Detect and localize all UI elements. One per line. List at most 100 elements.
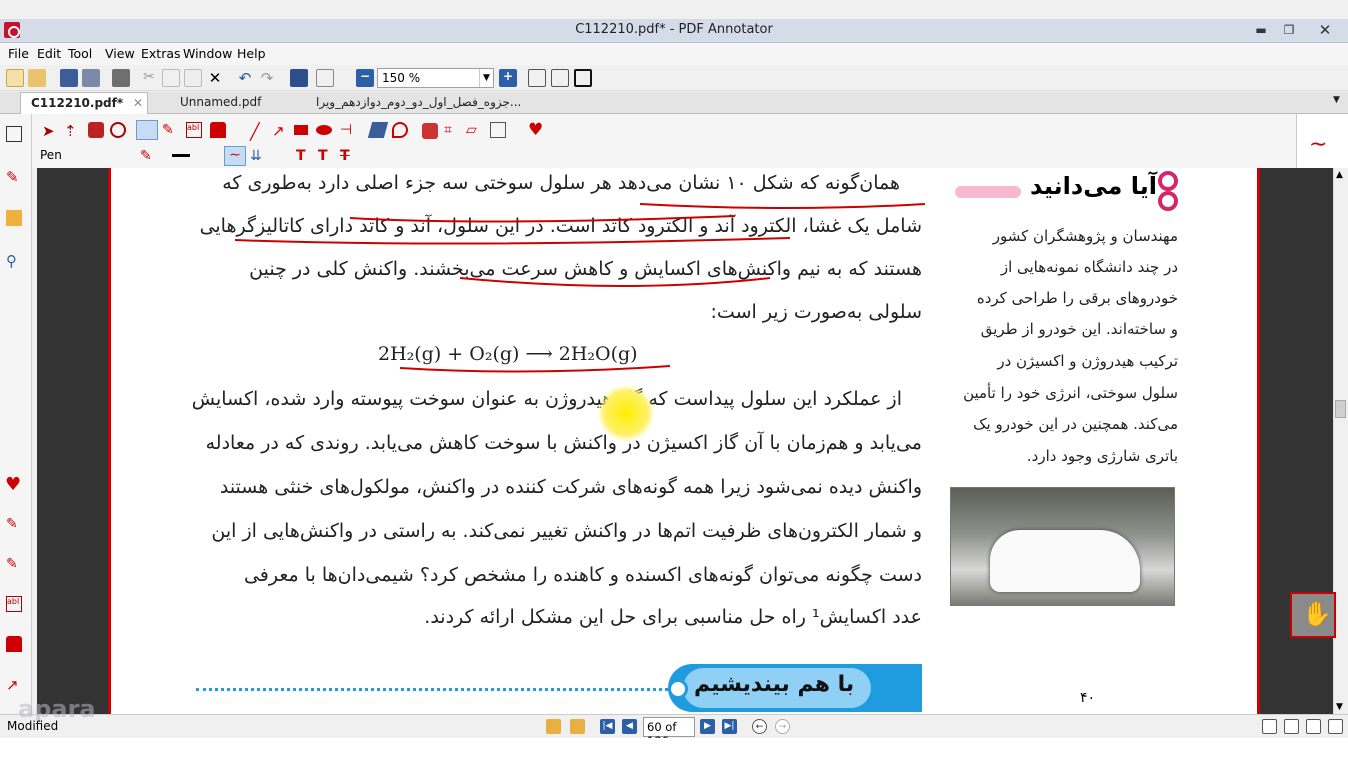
scroll-thumb[interactable] bbox=[1335, 400, 1346, 418]
pen-annotations[interactable] bbox=[190, 190, 930, 380]
fit-width-icon[interactable] bbox=[551, 69, 569, 87]
snap-icon[interactable]: ⇊ bbox=[250, 148, 266, 164]
close-icon[interactable]: ✕ bbox=[1312, 22, 1338, 39]
first-page-icon[interactable]: |◀ bbox=[600, 719, 615, 734]
stamp-icon[interactable] bbox=[210, 122, 226, 138]
delete-icon[interactable]: ✕ bbox=[206, 69, 224, 87]
favorites-heart-icon[interactable]: ♥ bbox=[528, 120, 544, 140]
text-fav-icon[interactable]: abl bbox=[6, 596, 22, 612]
copy-icon[interactable] bbox=[162, 69, 180, 87]
tab-label: جزوه_فصل_اول_دو_دوم_دوازدهم_ویرا... bbox=[316, 95, 522, 109]
annotation-toolbar: ➤ ⇡ ✎ abl ╱ ↗ ⊣ ⌗ ▱ ♥ ✎ ∼ ⇊ T T T bbox=[0, 114, 1348, 168]
menu-file[interactable]: File bbox=[8, 46, 29, 61]
restore-icon[interactable]: ❐ bbox=[1276, 22, 1302, 39]
attachment-icon[interactable]: ⚲ bbox=[6, 252, 22, 270]
smooth-line-icon[interactable]: ∼ bbox=[224, 146, 246, 166]
ellipse-icon[interactable] bbox=[316, 125, 332, 135]
paragraph-line: عدد اکسایش¹ راه حل مناسبی برای حل این مش… bbox=[424, 606, 922, 628]
open-folder-icon[interactable] bbox=[28, 69, 46, 87]
tab-jozveh[interactable]: جزوه_فصل_اول_دو_دوم_دوازدهم_ویرا... bbox=[306, 92, 546, 114]
zoom-select[interactable]: 150 % ▼ bbox=[377, 68, 494, 88]
zoom-in-icon[interactable]: + bbox=[499, 69, 517, 87]
zoom-out-icon[interactable]: − bbox=[356, 69, 374, 87]
menu-window[interactable]: Window bbox=[183, 46, 232, 61]
bookmark-folder-icon[interactable] bbox=[6, 210, 22, 226]
line-icon[interactable]: ╱ bbox=[250, 122, 266, 141]
sidebar-line: و ساخته‌اند. این خودرو از طریق bbox=[980, 320, 1178, 338]
pen-fav-icon[interactable]: ✎ bbox=[6, 516, 22, 532]
two-page-continuous-icon[interactable] bbox=[1328, 719, 1343, 734]
find-icon[interactable] bbox=[290, 69, 308, 87]
hand-icon[interactable] bbox=[88, 122, 104, 138]
save-as-icon[interactable] bbox=[82, 69, 100, 87]
close-tab-icon[interactable]: ✕ bbox=[133, 96, 143, 110]
zoom-value: 150 % bbox=[382, 71, 421, 85]
page-indicator[interactable]: 60 of 136 bbox=[643, 717, 695, 748]
continuous-view-icon[interactable] bbox=[1284, 719, 1299, 734]
last-page-icon[interactable]: ▶| bbox=[722, 719, 737, 734]
undo-icon[interactable]: ↶ bbox=[236, 69, 254, 87]
stamp-fav-icon[interactable] bbox=[6, 636, 22, 652]
single-page-view-icon[interactable] bbox=[1262, 719, 1277, 734]
crop-icon[interactable]: ⌗ bbox=[444, 122, 460, 138]
tool-preview-panel: ∼ bbox=[1296, 114, 1348, 168]
text-box-icon[interactable]: abl bbox=[186, 122, 202, 138]
page-panel-icon[interactable] bbox=[6, 126, 22, 142]
line-width-icon[interactable] bbox=[172, 154, 190, 157]
history-forward-icon[interactable]: → bbox=[775, 719, 790, 734]
insert-image-icon[interactable] bbox=[490, 122, 506, 138]
select-text-icon[interactable]: ⇡ bbox=[64, 122, 80, 140]
lasso-icon[interactable] bbox=[392, 122, 408, 138]
rectangle-icon[interactable] bbox=[294, 125, 308, 135]
measure-icon[interactable]: ⊣ bbox=[340, 122, 356, 138]
eraser-icon[interactable] bbox=[367, 122, 389, 138]
text-strikeout-icon[interactable]: T bbox=[340, 148, 356, 164]
menu-tool[interactable]: Tool bbox=[68, 46, 92, 61]
print-icon[interactable] bbox=[112, 69, 130, 87]
chevron-down-icon[interactable]: ▼ bbox=[479, 69, 493, 87]
scroll-down-icon[interactable]: ▼ bbox=[1336, 702, 1343, 712]
menu-view[interactable]: View bbox=[105, 46, 135, 61]
pen-tool-icon[interactable] bbox=[136, 120, 158, 140]
minimize-icon[interactable]: ▬ bbox=[1248, 22, 1274, 39]
menu-help[interactable]: Help bbox=[237, 46, 266, 61]
two-page-view-icon[interactable] bbox=[1306, 719, 1321, 734]
save-icon[interactable] bbox=[60, 69, 78, 87]
history-back-icon[interactable]: ← bbox=[752, 719, 767, 734]
text-underline-icon[interactable]: T bbox=[296, 148, 312, 164]
previous-page-icon[interactable]: ◀ bbox=[622, 719, 637, 734]
highlighter-icon[interactable]: ✎ bbox=[162, 122, 178, 138]
select-arrow-icon[interactable]: ➤ bbox=[42, 122, 58, 140]
arrow-fav-icon[interactable]: ↗ bbox=[6, 676, 22, 694]
tabs-dropdown-icon[interactable]: ▼ bbox=[1330, 92, 1348, 114]
heart-favorites-icon[interactable]: ♥ bbox=[5, 474, 21, 495]
menu-extras[interactable]: Extras bbox=[141, 46, 181, 61]
arrow-icon[interactable]: ↗ bbox=[272, 122, 288, 140]
scroll-up-icon[interactable]: ▲ bbox=[1336, 170, 1343, 180]
highlighter-fav-icon[interactable]: ✎ bbox=[6, 556, 22, 572]
cut-icon[interactable]: ✂ bbox=[140, 69, 158, 87]
ruler-icon[interactable]: ▱ bbox=[466, 122, 482, 138]
menu-edit[interactable]: Edit bbox=[37, 46, 61, 61]
tab-c112210[interactable]: C112210.pdf* ✕ bbox=[20, 92, 148, 114]
paragraph-line: و شمار الکترون‌های ظرفیت اتم‌ها در واکنش… bbox=[211, 520, 922, 542]
back-icon[interactable] bbox=[546, 719, 561, 734]
car-image bbox=[990, 530, 1140, 592]
pen-color-icon[interactable]: ✎ bbox=[140, 148, 156, 164]
pen-sidebar-icon[interactable]: ✎ bbox=[6, 168, 22, 186]
paste-icon[interactable] bbox=[184, 69, 202, 87]
new-document-icon[interactable] bbox=[6, 69, 24, 87]
text-squiggly-icon[interactable]: T bbox=[318, 148, 334, 164]
hand-tool-button[interactable]: ✋ bbox=[1290, 592, 1336, 638]
redo-icon[interactable]: ↷ bbox=[258, 69, 276, 87]
magnifier-icon[interactable] bbox=[110, 122, 126, 138]
title-bar: C112210.pdf* - PDF Annotator bbox=[0, 19, 1348, 43]
tab-unnamed[interactable]: Unnamed.pdf bbox=[170, 92, 300, 114]
camera-icon[interactable] bbox=[422, 123, 438, 139]
layout-icon[interactable] bbox=[316, 69, 334, 87]
fit-page-icon[interactable] bbox=[528, 69, 546, 87]
document-tabs: C112210.pdf* ✕ Unnamed.pdf جزوه_فصل_اول_د… bbox=[0, 92, 1348, 114]
next-page-icon[interactable]: ▶ bbox=[700, 719, 715, 734]
forward-icon[interactable] bbox=[570, 719, 585, 734]
full-screen-icon[interactable] bbox=[574, 69, 592, 87]
